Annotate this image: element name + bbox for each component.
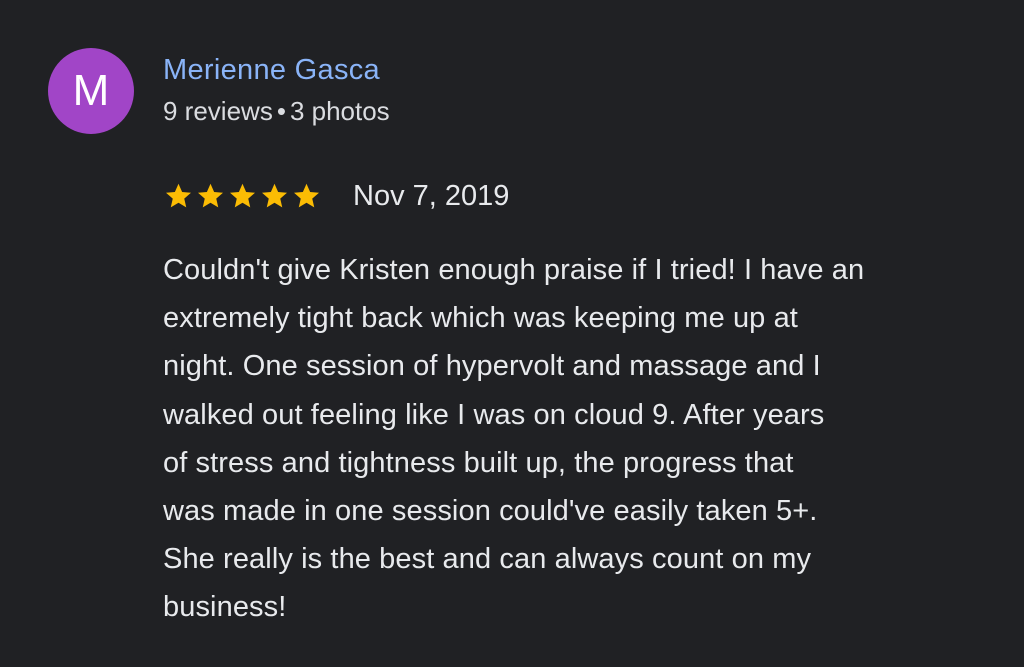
review-text-line: Couldn't give Kristen enough praise if I… [163,254,865,286]
review-text-line: of stress and tightness built up, the pr… [163,446,794,479]
review-text-line: She really is the best and can always co… [163,543,812,576]
star-icon [294,183,319,208]
photo-count: 3 photos [289,96,390,126]
avatar[interactable]: M [48,48,134,134]
author-meta: 9 reviews • 3 photos [163,96,390,126]
avatar-initial: M [72,66,110,115]
review-count: 9 reviews [163,96,273,126]
author-name-link[interactable]: Merienne Gasca [163,52,390,88]
review-text-line: business! [163,591,287,624]
star-icon [262,183,287,208]
review-text-line: was made in one session could've easily … [163,495,818,528]
review-text: Couldn't give Kristen enough praise if I… [163,246,993,632]
star-icon [230,183,255,208]
author-block: Merienne Gasca 9 reviews • 3 photos [163,52,390,126]
review-text-line: extremely tight back which was keeping m… [163,302,798,335]
star-icon [166,183,191,208]
review-card: M Merienne Gasca 9 reviews • 3 photos Nov … [0,0,1024,667]
review-text-line: night. One session of hypervolt and mass… [163,350,821,383]
review-text-line: walked out feeling like I was on cloud 9… [163,398,825,431]
rating-row: Nov 7, 2019 [163,176,509,216]
review-date: Nov 7, 2019 [353,180,510,212]
star-rating [163,181,323,211]
star-icon [198,183,223,208]
meta-separator: • [276,96,286,126]
